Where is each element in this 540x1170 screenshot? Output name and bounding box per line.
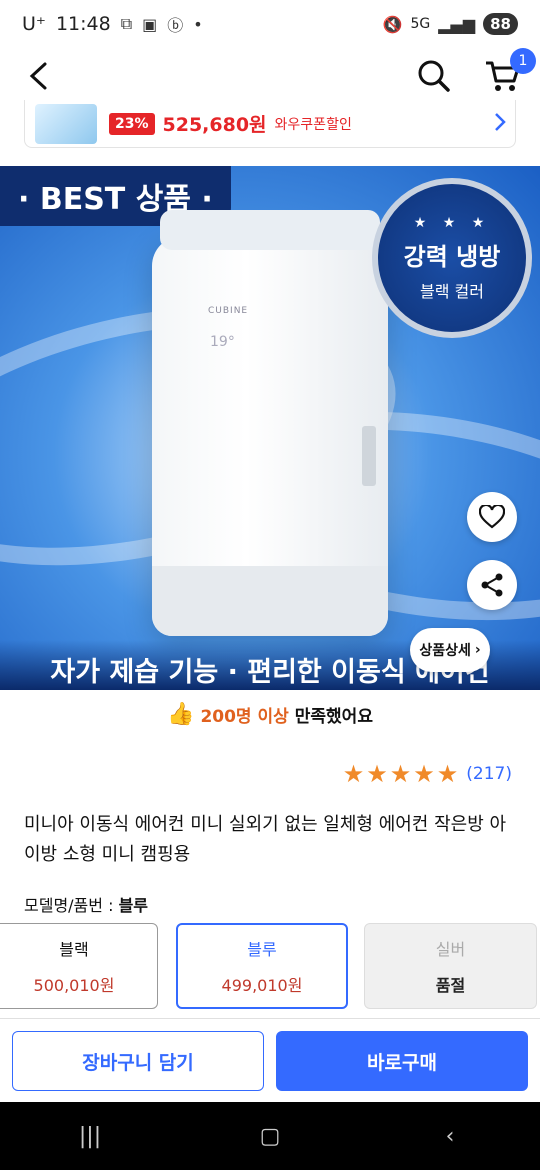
promo-banner[interactable]: 23% 525,680원 와우쿠폰할인 <box>24 100 516 148</box>
chevron-left-icon <box>29 62 47 90</box>
cart-count-badge: 1 <box>510 48 536 74</box>
network-label: 5G <box>410 16 431 32</box>
heart-icon <box>479 505 505 529</box>
temperature-display: 19° <box>210 334 235 350</box>
carrier-label: U⁺ <box>22 13 46 35</box>
model-value: 블루 <box>118 896 149 915</box>
bottom-action-bar: 장바구니 담기 바로구매 <box>0 1018 540 1102</box>
base <box>152 566 388 636</box>
share-button[interactable] <box>467 560 517 610</box>
dot-icon: • <box>193 14 203 34</box>
vent <box>160 210 380 250</box>
share-icon <box>481 573 503 597</box>
recent-apps-icon[interactable]: ||| <box>60 1124 120 1149</box>
b-app-icon: ⓑ <box>167 16 184 35</box>
option-black[interactable]: 블랙 500,010원 <box>0 923 158 1009</box>
air-conditioner-illustration: CUBINE 19° <box>152 210 388 636</box>
option-price: 499,010원 <box>221 976 303 995</box>
satisfaction-badge: 👍 200명 이상 만족했어요 <box>0 696 540 732</box>
star-icon: ★ <box>436 760 459 788</box>
search-icon <box>418 60 450 92</box>
side-panel <box>362 426 376 486</box>
star-icon: ★ <box>413 760 435 788</box>
option-selector: 블랙 500,010원 블루 499,010원 실버 품절 <box>0 923 540 1009</box>
option-name: 블루 <box>247 940 277 959</box>
promo-price: 525,680원 <box>162 114 267 136</box>
home-icon[interactable]: ▢ <box>240 1124 300 1149</box>
option-silver[interactable]: 실버 품절 <box>364 923 537 1009</box>
system-nav-bar: ||| ▢ ‹ <box>0 1102 540 1170</box>
feature-medallion: ★ ★ ★ 강력 냉방 블랙 컬러 <box>372 178 532 338</box>
chevron-right-icon <box>493 111 507 137</box>
signal-icon: ▂▄▆ <box>438 14 476 34</box>
medallion-main-text: 강력 냉방 <box>403 242 501 271</box>
buy-now-button[interactable]: 바로구매 <box>276 1031 528 1091</box>
status-bar: U⁺ 11:48 ⧉ ▣ ⓑ • 🔇 5G ▂▄▆ 88 <box>0 0 540 48</box>
satisfaction-text: 만족했어요 <box>294 706 373 727</box>
review-count[interactable]: (217) <box>466 764 512 784</box>
option-blue[interactable]: 블루 499,010원 <box>176 923 348 1009</box>
medallion-sub-text: 블랙 컬러 <box>420 281 484 301</box>
stars-decoration: ★ ★ ★ <box>413 214 491 231</box>
sold-out-label: 품절 <box>435 976 466 995</box>
brand-mark: CUBINE <box>208 306 249 316</box>
clock: 11:48 <box>55 13 111 35</box>
promo-coupon-label: 와우쿠폰할인 <box>274 116 352 133</box>
screenshot-icon: ⧉ <box>120 14 133 33</box>
naver-icon: ▣ <box>142 14 158 34</box>
product-detail-button[interactable]: 상품상세 › <box>410 628 490 672</box>
back-nav-icon[interactable]: ‹ <box>420 1124 480 1149</box>
cart-button[interactable]: 1 <box>482 48 536 96</box>
option-price: 500,010원 <box>33 976 115 995</box>
product-image[interactable]: · BEST 상품 · CUBINE 19° ★ ★ ★ 강력 냉방 블랙 컬러… <box>0 166 540 690</box>
product-title: 미니아 이동식 에어컨 미니 실외기 없는 일체형 에어컨 작은방 아이방 소형… <box>24 814 507 865</box>
star-icon: ★ <box>389 760 412 788</box>
thumbs-up-icon: 👍 <box>167 701 195 727</box>
model-label: 모델명/품번 : 블루 <box>24 892 148 916</box>
promo-thumbnail <box>35 103 97 144</box>
satisfaction-count: 200명 이상 <box>200 706 289 727</box>
add-to-cart-button[interactable]: 장바구니 담기 <box>12 1031 264 1091</box>
back-button[interactable] <box>18 56 58 96</box>
option-name: 블랙 <box>59 940 89 959</box>
discount-badge: 23% <box>109 112 155 135</box>
product-detail-label: 상품상세 <box>419 643 471 659</box>
search-button[interactable] <box>414 56 454 96</box>
rating-summary[interactable]: ★ ★ ★ ★ ★ (217) <box>343 760 512 788</box>
mute-icon: 🔇 <box>382 14 403 34</box>
chevron-right-icon: › <box>474 642 481 658</box>
star-icon: ★ <box>366 760 388 788</box>
star-icon: ★ <box>342 760 365 788</box>
battery-indicator: 88 <box>483 13 518 35</box>
top-nav: 1 <box>0 48 540 104</box>
model-label-text: 모델명/품번 : <box>24 896 114 915</box>
wishlist-button[interactable] <box>467 492 517 542</box>
option-name: 실버 <box>435 940 466 959</box>
